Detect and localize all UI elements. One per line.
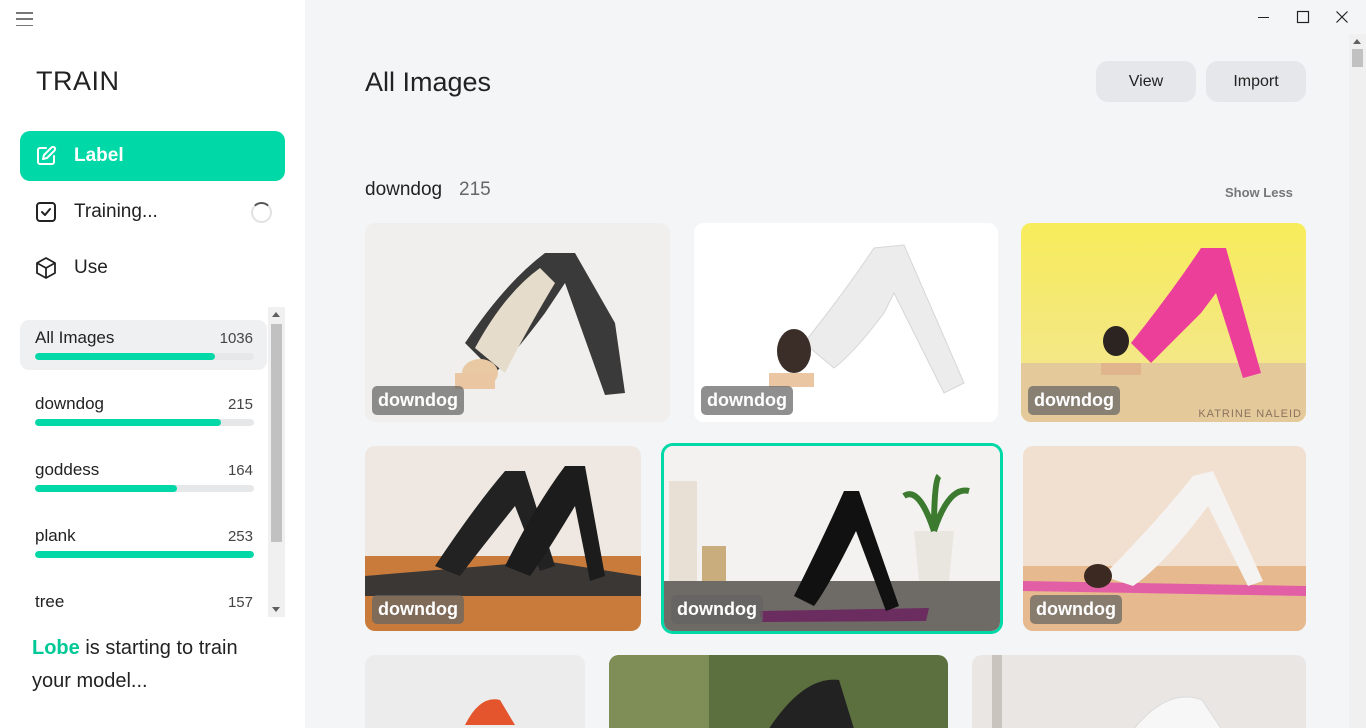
nav-item-label[interactable]: Label bbox=[20, 131, 285, 181]
label-count: 215 bbox=[227, 396, 253, 413]
label-name: downdog bbox=[35, 394, 105, 413]
scrollbar-thumb[interactable] bbox=[271, 324, 282, 542]
nav-label-text: Label bbox=[74, 145, 124, 166]
image-label-tag: downdog bbox=[1030, 595, 1122, 624]
yoga-photo bbox=[609, 655, 948, 728]
nav-item-use[interactable]: Use bbox=[20, 243, 285, 293]
hamburger-menu-icon[interactable] bbox=[16, 12, 33, 26]
training-status-message: Lobe is starting to train your model... bbox=[32, 632, 282, 698]
section-title: downdog bbox=[365, 179, 443, 200]
label-progress-bar bbox=[35, 353, 254, 360]
label-count: 1036 bbox=[219, 330, 253, 347]
label-name: tree bbox=[35, 592, 65, 611]
image-tile[interactable] bbox=[609, 655, 948, 728]
label-progress-bar bbox=[35, 551, 254, 558]
image-tile[interactable]: downdog bbox=[1023, 446, 1306, 631]
label-row-tree[interactable]: tree 157 bbox=[20, 584, 267, 617]
label-count: 253 bbox=[227, 528, 253, 545]
image-tile[interactable]: downdog bbox=[694, 223, 998, 422]
page-title: All Images bbox=[365, 67, 492, 97]
maximize-button[interactable] bbox=[1283, 0, 1323, 34]
label-row-plank[interactable]: plank 253 bbox=[20, 518, 267, 568]
label-list: All Images 1036 downdog 215 goddess 164 … bbox=[20, 307, 285, 617]
minimize-button[interactable] bbox=[1243, 0, 1283, 34]
image-label-tag: downdog bbox=[671, 595, 763, 624]
label-row-goddess[interactable]: goddess 164 bbox=[20, 452, 267, 502]
scrollbar-thumb[interactable] bbox=[1352, 49, 1363, 67]
label-list-scrollbar[interactable] bbox=[268, 307, 285, 617]
scroll-up-arrow-icon[interactable] bbox=[1353, 39, 1361, 44]
lobe-brand-text: Lobe bbox=[32, 637, 80, 659]
loading-spinner-icon bbox=[251, 202, 272, 223]
sidebar-title: TRAIN bbox=[36, 66, 120, 96]
image-tile[interactable]: KATRINE NALEID downdog bbox=[1021, 223, 1306, 422]
nav-use-text: Use bbox=[74, 257, 108, 278]
scroll-up-arrow-icon[interactable] bbox=[272, 312, 280, 317]
edit-icon bbox=[34, 144, 58, 168]
label-count: 157 bbox=[227, 594, 253, 611]
nav-item-training[interactable]: Training... bbox=[20, 187, 285, 237]
show-less-button[interactable]: Show Less bbox=[1225, 185, 1293, 200]
image-label-tag: downdog bbox=[372, 386, 464, 415]
image-label-tag: downdog bbox=[372, 595, 464, 624]
sidebar: TRAIN Label Training... Use All Images 1… bbox=[0, 0, 305, 728]
image-label-tag: downdog bbox=[1028, 386, 1120, 415]
label-progress-bar bbox=[35, 485, 254, 492]
label-name: plank bbox=[35, 526, 76, 545]
yoga-photo bbox=[365, 655, 585, 728]
image-tile[interactable] bbox=[365, 655, 585, 728]
yoga-photo bbox=[972, 655, 1306, 728]
image-tile[interactable] bbox=[972, 655, 1306, 728]
image-label-tag: downdog bbox=[701, 386, 793, 415]
photo-watermark: KATRINE NALEID bbox=[1198, 408, 1302, 420]
main-scrollbar[interactable] bbox=[1349, 34, 1366, 728]
nav-training-text: Training... bbox=[74, 201, 158, 222]
section-count: 215 bbox=[459, 179, 491, 200]
view-button[interactable]: View bbox=[1096, 61, 1196, 102]
image-tile-selected[interactable]: downdog bbox=[661, 443, 1003, 634]
image-tile[interactable]: downdog bbox=[365, 446, 641, 631]
scroll-down-arrow-icon[interactable] bbox=[272, 607, 280, 612]
label-row-all-images[interactable]: All Images 1036 bbox=[20, 320, 267, 370]
label-count: 164 bbox=[227, 462, 253, 479]
label-progress-bar bbox=[35, 419, 254, 426]
checkbox-icon bbox=[34, 200, 58, 224]
import-button[interactable]: Import bbox=[1206, 61, 1306, 102]
cube-icon bbox=[34, 256, 58, 280]
label-name: goddess bbox=[35, 460, 100, 479]
close-button[interactable] bbox=[1322, 0, 1362, 34]
close-icon bbox=[1336, 11, 1348, 23]
image-tile[interactable]: downdog bbox=[365, 223, 670, 422]
minimize-icon bbox=[1258, 17, 1269, 18]
maximize-icon bbox=[1296, 10, 1310, 24]
label-name: All Images bbox=[35, 328, 115, 347]
label-row-downdog[interactable]: downdog 215 bbox=[20, 386, 267, 436]
